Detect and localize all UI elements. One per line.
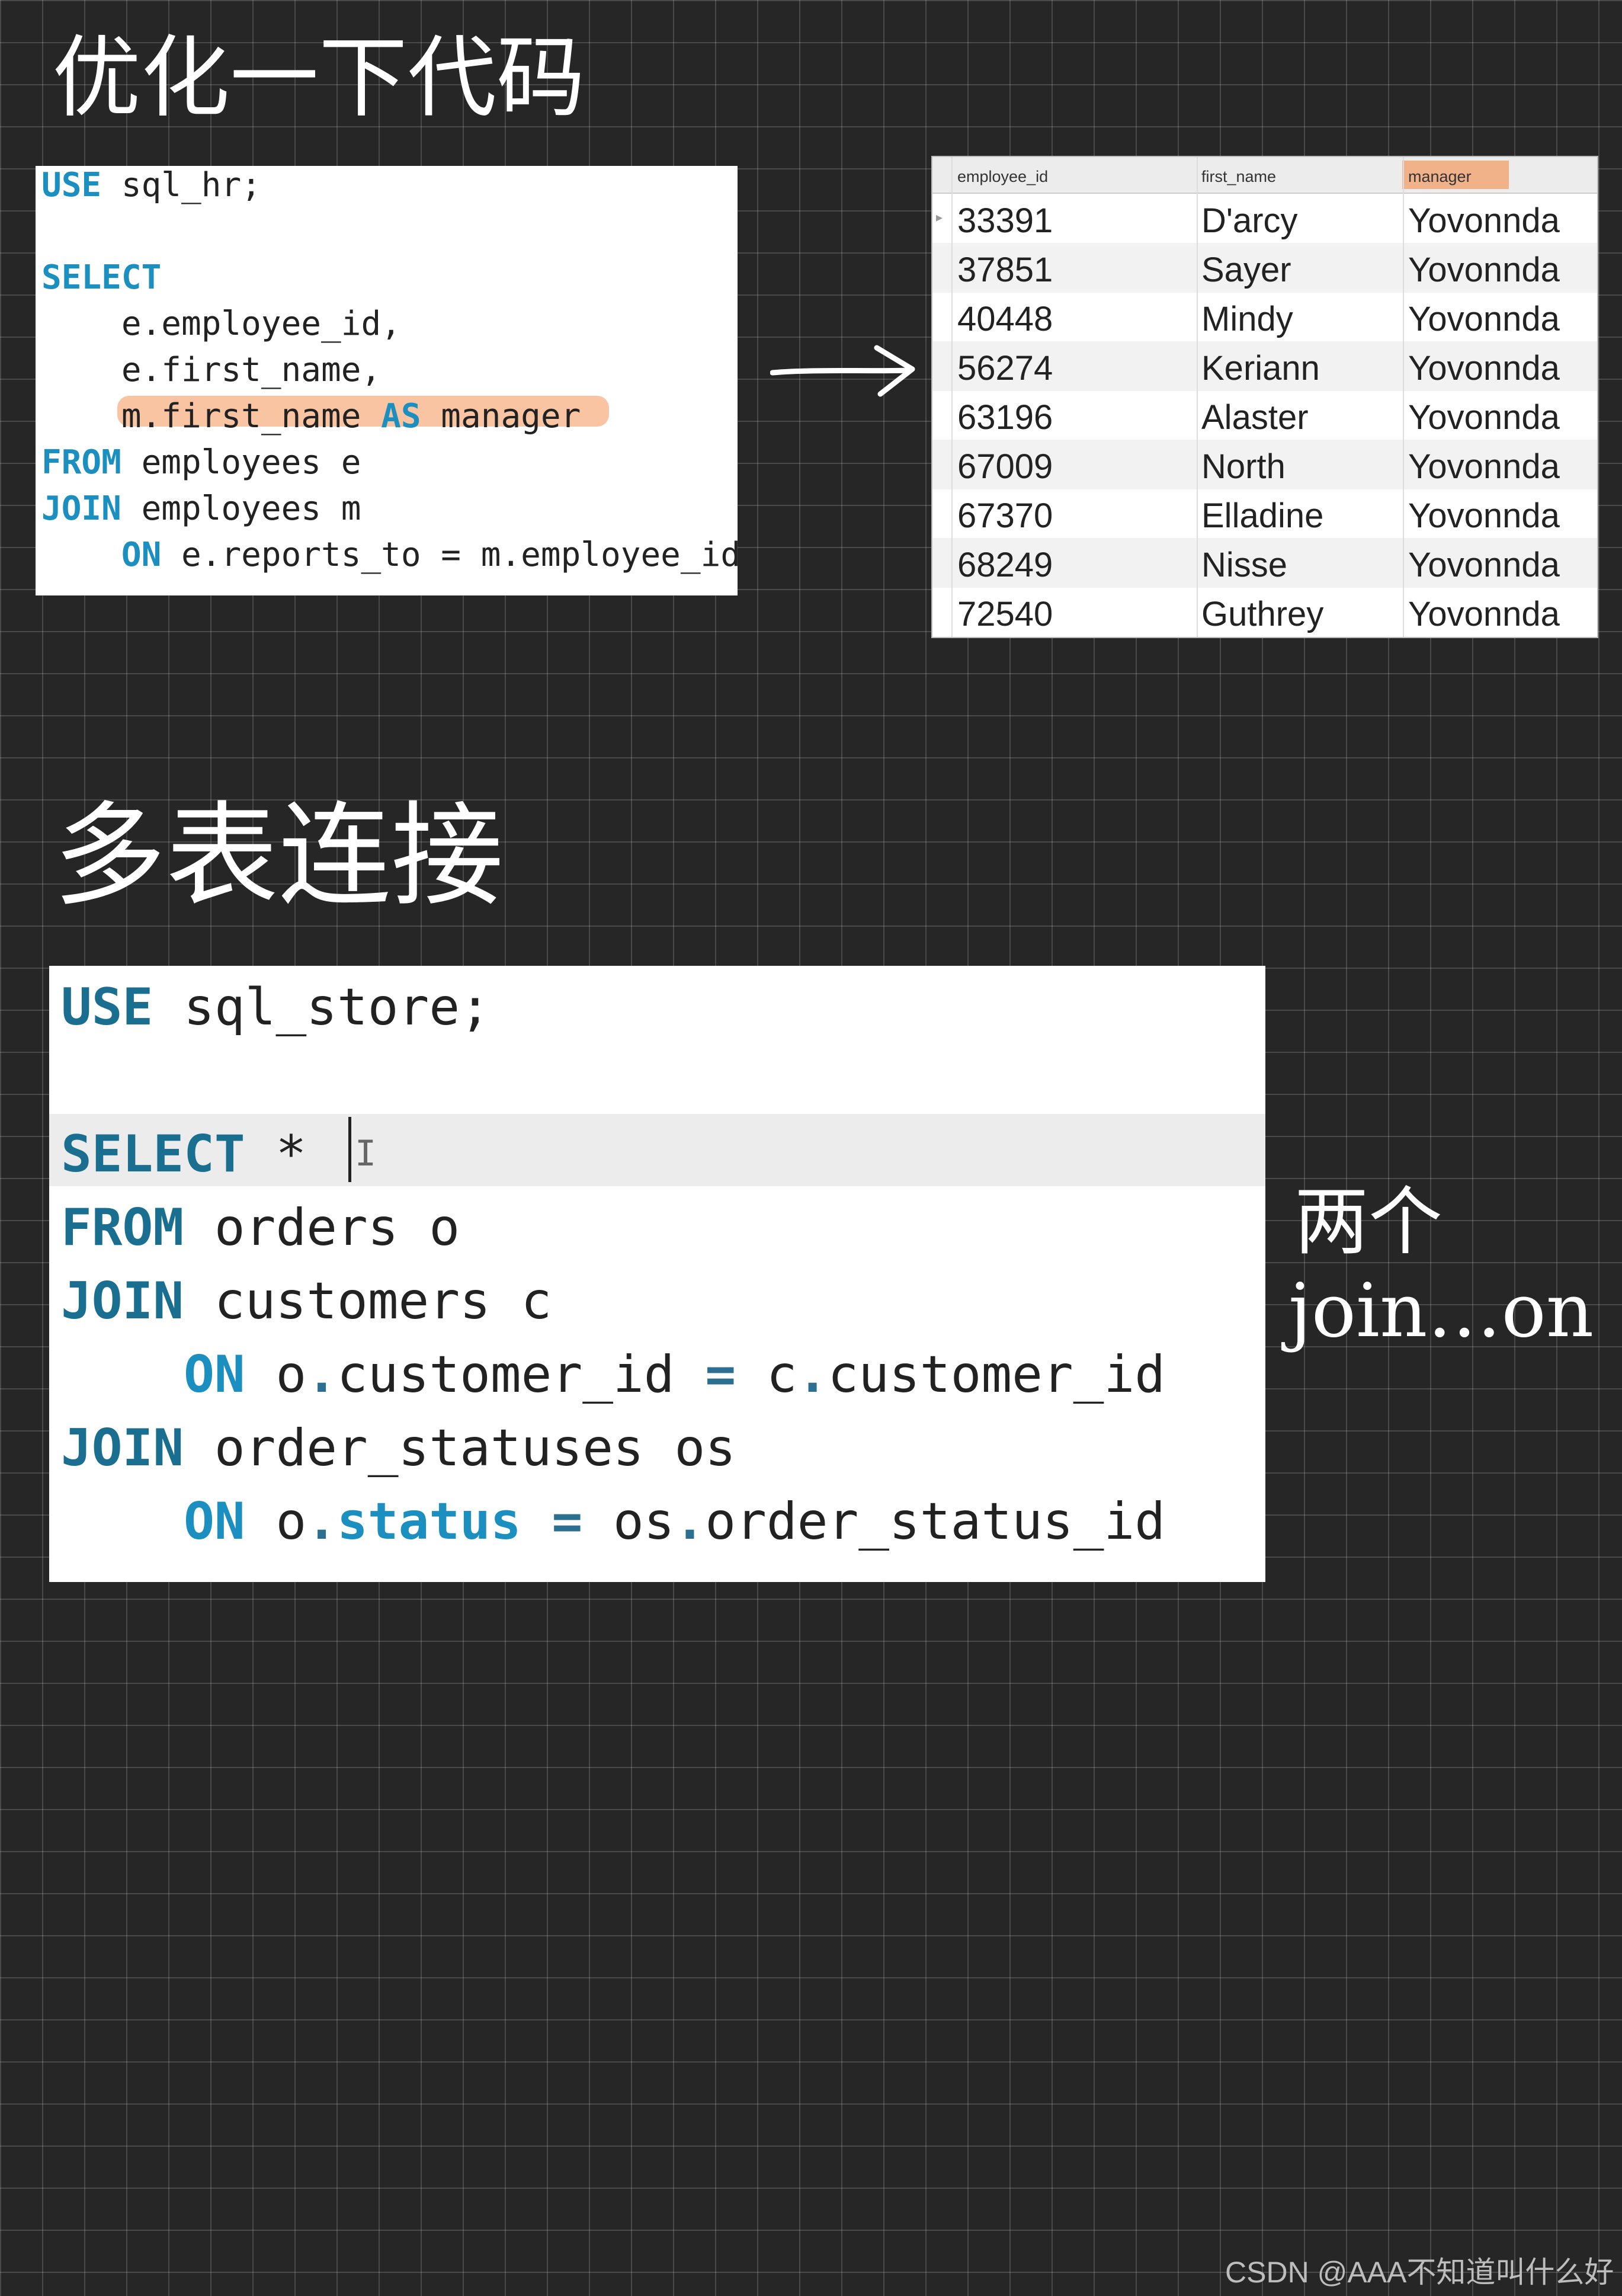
table-row[interactable]: 68249 Nisse Yovonnda [932,538,1597,588]
handwritten-note-join-on: join…on [1288,1268,1594,1354]
cell-employee-id: 67009 [957,447,1053,486]
table-row[interactable]: 72540 Guthrey Yovonnda [932,587,1597,637]
table-row[interactable]: 40448 Mindy Yovonnda [932,292,1597,342]
cell-employee-id: 56274 [957,349,1053,388]
text-cursor [348,1117,351,1182]
table-row[interactable]: 63196 Alaster Yovonnda [932,390,1597,440]
code-line: m.first_name AS manager [41,397,581,435]
cell-employee-id: 63196 [957,398,1053,437]
cell-first-name: Alaster [1201,398,1309,437]
cell-manager: Yovonnda [1408,497,1560,535]
code-line: SELECT * [61,1125,307,1184]
cell-employee-id: 67370 [957,497,1053,535]
cell-employee-id: 68249 [957,546,1053,584]
cell-manager: Yovonnda [1408,595,1560,633]
cell-manager: Yovonnda [1408,398,1560,437]
row-gutter [951,157,953,637]
cell-manager: Yovonnda [1408,201,1560,240]
watermark: CSDN @AAA不知道叫什么好 [1225,2256,1614,2289]
cell-first-name: Elladine [1201,497,1324,535]
cell-first-name: Guthrey [1201,595,1324,633]
grid-header: employee_id first_name manager [932,157,1597,194]
column-header-first-name[interactable]: first_name [1201,168,1276,186]
code-line: JOIN employees m [41,489,361,528]
cell-manager: Yovonnda [1408,349,1560,388]
row-marker-icon: ▸ [936,210,943,225]
code-line: ON o.status = os.order_status_id [184,1492,1166,1551]
table-row[interactable]: 67009 North Yovonnda [932,440,1597,489]
code-line: FROM orders o [61,1198,460,1257]
cell-manager: Yovonnda [1408,251,1560,289]
code-line: FROM employees e [41,443,361,482]
handwritten-title-multi-table-join: 多表连接 [53,790,504,921]
cell-manager: Yovonnda [1408,546,1560,584]
cell-employee-id: 72540 [957,595,1053,633]
cell-first-name: Sayer [1201,251,1291,289]
table-row[interactable]: 56274 Keriann Yovonnda [932,341,1597,391]
cell-employee-id: 33391 [957,201,1053,240]
sql-editor-hr: USE sql_hr; SELECT e.employee_id, e.firs… [36,166,738,595]
handwritten-title-optimize: 优化一下代码 [52,27,586,130]
code-line: e.employee_id, [41,305,401,343]
code-line: ON o.customer_id = c.customer_id [184,1345,1166,1404]
handwritten-note-two: 两个 [1294,1179,1443,1265]
code-line: USE sql_store; [61,978,491,1037]
code-line: e.first_name, [41,351,382,389]
column-separator [1197,157,1198,637]
cell-manager: Yovonnda [1408,447,1560,486]
code-line: USE sql_hr; [41,166,261,204]
table-row[interactable]: 67370 Elladine Yovonnda [932,489,1597,539]
code-line: ON e.reports_to = m.employee_id [121,536,738,574]
column-separator [1403,157,1404,637]
column-header-employee-id[interactable]: employee_id [957,168,1048,186]
cell-employee-id: 40448 [957,300,1053,338]
code-line: JOIN customers c [61,1272,552,1331]
cell-first-name: North [1201,447,1286,486]
table-row[interactable]: 33391 D'arcy Yovonnda ▸ [932,194,1597,244]
cell-first-name: D'arcy [1201,201,1298,240]
cell-first-name: Nisse [1201,546,1288,584]
result-grid: employee_id first_name manager 33391 D'ar… [931,156,1598,638]
table-row[interactable]: 37851 Sayer Yovonnda [932,243,1597,293]
cell-first-name: Mindy [1201,300,1293,338]
arrow-icon [770,345,915,397]
code-line: JOIN order_statuses os [61,1418,736,1478]
ibeam-cursor-icon: I [355,1133,377,1174]
column-header-manager[interactable]: manager [1408,168,1472,186]
cell-employee-id: 37851 [957,251,1053,289]
cell-first-name: Keriann [1201,349,1320,388]
sql-editor-store: USE sql_store; SELECT * FROM orders o JO… [49,966,1265,1582]
code-line: SELECT [41,258,162,297]
cell-manager: Yovonnda [1408,300,1560,338]
